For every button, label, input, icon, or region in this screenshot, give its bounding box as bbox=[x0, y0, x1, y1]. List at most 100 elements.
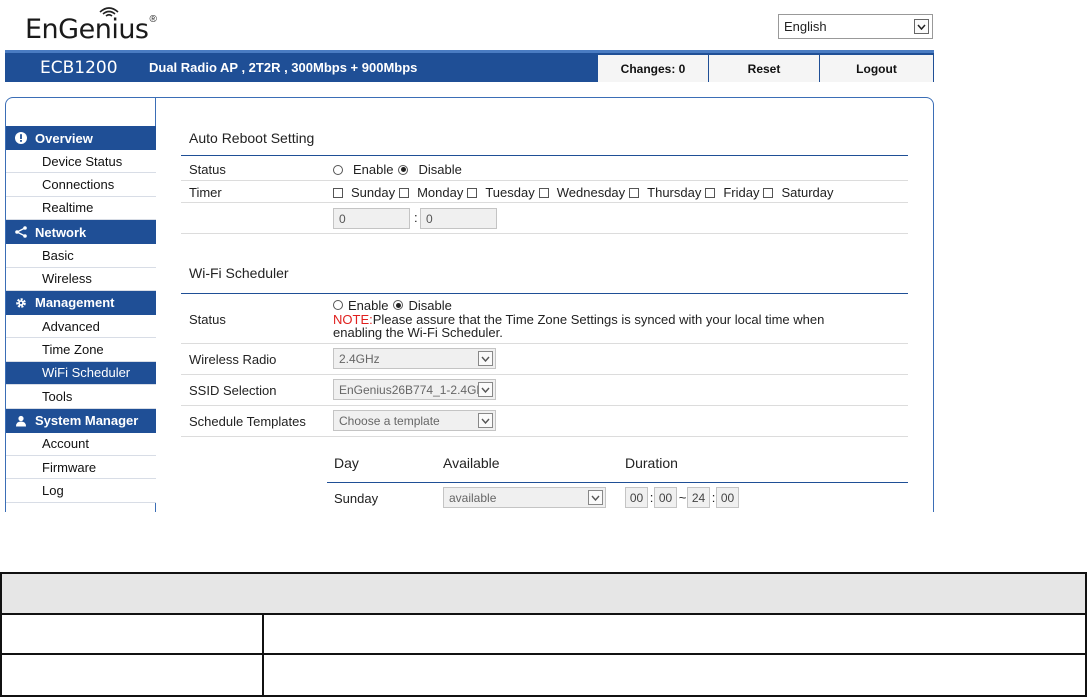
wireless-radio-select[interactable]: 2.4GHz bbox=[333, 348, 496, 369]
schedule-col-day: Day bbox=[334, 455, 359, 471]
wifi-scheduler-note: NOTE:Please assure that the Time Zone Se… bbox=[333, 313, 824, 339]
sidebar-item-time-zone[interactable]: Time Zone bbox=[6, 338, 156, 362]
description-table-header bbox=[2, 574, 1085, 615]
day-checkbox-wednesday[interactable] bbox=[538, 187, 549, 198]
web-ui-screenshot: EnGenius ® English ECB1200 Dual Radio AP… bbox=[5, 0, 934, 512]
duration-tilde: ~ bbox=[678, 490, 687, 505]
note-text-line2: enabling the Wi-Fi Scheduler. bbox=[333, 325, 503, 340]
chevron-down-icon bbox=[478, 413, 493, 428]
table-cell bbox=[264, 655, 1085, 695]
select-value: Choose a template bbox=[339, 413, 440, 428]
sidebar-item-realtime[interactable]: Realtime bbox=[6, 196, 156, 221]
sidebar-item-firmware[interactable]: Firmware bbox=[6, 455, 156, 480]
schedule-row-day: Sunday bbox=[334, 491, 379, 506]
schedule-templates-label: Schedule Templates bbox=[189, 414, 306, 429]
main-frame: Overview Device Status Connections Realt… bbox=[5, 97, 934, 512]
sidebar-section-label: Overview bbox=[35, 130, 93, 146]
table-cell bbox=[2, 655, 264, 695]
sidebar-item-connections[interactable]: Connections bbox=[6, 173, 156, 197]
description-table bbox=[0, 572, 1087, 697]
day-label: Thursday bbox=[647, 185, 702, 200]
language-select-value: English bbox=[784, 19, 827, 34]
wifi-scheduler-status-radios: Enable Disable bbox=[333, 297, 452, 313]
ssid-selection-select[interactable]: EnGenius26B774_1-2.4GHz bbox=[333, 379, 496, 400]
logo-text: EnGenius bbox=[25, 14, 149, 45]
day-label: Monday bbox=[417, 185, 464, 200]
day-label: Sunday bbox=[351, 185, 396, 200]
row-divider bbox=[181, 374, 908, 375]
row-divider bbox=[181, 343, 908, 344]
language-select[interactable]: English bbox=[778, 14, 933, 39]
row-divider bbox=[181, 233, 908, 234]
chevron-down-icon bbox=[914, 19, 929, 34]
day-checkbox-friday[interactable] bbox=[705, 187, 716, 198]
radio-label: Disable bbox=[418, 162, 462, 177]
day-checkbox-saturday[interactable] bbox=[763, 187, 774, 198]
ssid-selection-label: SSID Selection bbox=[189, 383, 277, 398]
sidebar-section-label: Network bbox=[35, 224, 87, 240]
reboot-hour-input[interactable]: 0 bbox=[333, 208, 410, 229]
section-divider bbox=[181, 293, 908, 294]
end-hour-input[interactable]: 24 bbox=[687, 487, 710, 508]
time-separator: : bbox=[414, 210, 418, 225]
sidebar-item-device-status[interactable]: Device Status bbox=[6, 150, 156, 174]
row-divider bbox=[181, 202, 908, 203]
wifi-scheduler-disable-radio[interactable] bbox=[393, 300, 404, 310]
sidebar-item-advanced[interactable]: Advanced bbox=[6, 314, 156, 339]
sidebar-item-basic[interactable]: Basic bbox=[6, 244, 156, 268]
sidebar: Overview Device Status Connections Realt… bbox=[6, 98, 156, 512]
wifi-scheduler-status-label: Status bbox=[189, 312, 226, 327]
sidebar-section-label: System Manager bbox=[35, 413, 139, 429]
sidebar-item-account[interactable]: Account bbox=[6, 432, 156, 456]
day-checkbox-monday[interactable] bbox=[399, 187, 410, 198]
row-divider bbox=[181, 436, 908, 437]
gear-icon bbox=[14, 296, 28, 310]
schedule-row-available-select[interactable]: available bbox=[443, 487, 606, 508]
radio-label: Enable bbox=[353, 162, 394, 177]
changes-button[interactable]: Changes: 0 bbox=[597, 55, 708, 82]
table-cell bbox=[2, 615, 264, 653]
schedule-table-divider bbox=[327, 482, 908, 483]
auto-reboot-status-label: Status bbox=[189, 162, 226, 177]
schedule-col-available: Available bbox=[443, 455, 500, 471]
radio-label: Disable bbox=[408, 297, 452, 313]
sidebar-section-overview[interactable]: Overview bbox=[6, 126, 156, 150]
sidebar-item-log[interactable]: Log bbox=[6, 479, 156, 503]
auto-reboot-disable-radio[interactable] bbox=[398, 164, 409, 175]
chevron-down-icon bbox=[588, 490, 603, 505]
sidebar-item-wireless[interactable]: Wireless bbox=[6, 267, 156, 291]
table-cell bbox=[264, 615, 1085, 653]
timer-label: Timer bbox=[189, 185, 222, 200]
sidebar-section-management[interactable]: Management bbox=[6, 290, 156, 315]
day-label: Saturday bbox=[781, 185, 834, 200]
day-label: Wednesday bbox=[556, 185, 626, 200]
auto-reboot-enable-radio[interactable] bbox=[333, 164, 343, 175]
sidebar-menu: Overview Device Status Connections Realt… bbox=[6, 126, 156, 503]
chevron-down-icon bbox=[478, 382, 493, 397]
sidebar-section-system-manager[interactable]: System Manager bbox=[6, 408, 156, 433]
sidebar-item-wifi-scheduler[interactable]: WiFi Scheduler bbox=[6, 361, 156, 386]
table-row bbox=[2, 615, 1085, 655]
reboot-minute-input[interactable]: 0 bbox=[420, 208, 497, 229]
wifi-scheduler-enable-radio[interactable] bbox=[333, 300, 343, 310]
schedule-templates-select[interactable]: Choose a template bbox=[333, 410, 496, 431]
chevron-down-icon bbox=[478, 351, 493, 366]
top-bar: ECB1200 Dual Radio AP , 2T2R , 300Mbps +… bbox=[5, 50, 934, 82]
select-value: 2.4GHz bbox=[339, 351, 380, 366]
radio-label: Enable bbox=[348, 297, 389, 313]
model-description: Dual Radio AP , 2T2R , 300Mbps + 900Mbps bbox=[149, 60, 418, 75]
day-checkbox-tuesday[interactable] bbox=[467, 187, 478, 198]
reset-button[interactable]: Reset bbox=[708, 55, 819, 82]
table-row bbox=[2, 655, 1085, 695]
start-hour-input[interactable]: 00 bbox=[625, 487, 648, 508]
logout-button[interactable]: Logout bbox=[819, 55, 933, 82]
select-value: EnGenius26B774_1-2.4GHz bbox=[339, 382, 478, 397]
day-checkbox-thursday[interactable] bbox=[629, 187, 640, 198]
sidebar-section-network[interactable]: Network bbox=[6, 220, 156, 245]
start-minute-input[interactable]: 00 bbox=[654, 487, 677, 508]
sidebar-item-tools[interactable]: Tools bbox=[6, 385, 156, 409]
day-checkbox-sunday[interactable] bbox=[333, 187, 343, 198]
user-icon bbox=[14, 414, 28, 428]
schedule-col-duration: Duration bbox=[625, 455, 678, 471]
end-minute-input[interactable]: 00 bbox=[716, 487, 739, 508]
